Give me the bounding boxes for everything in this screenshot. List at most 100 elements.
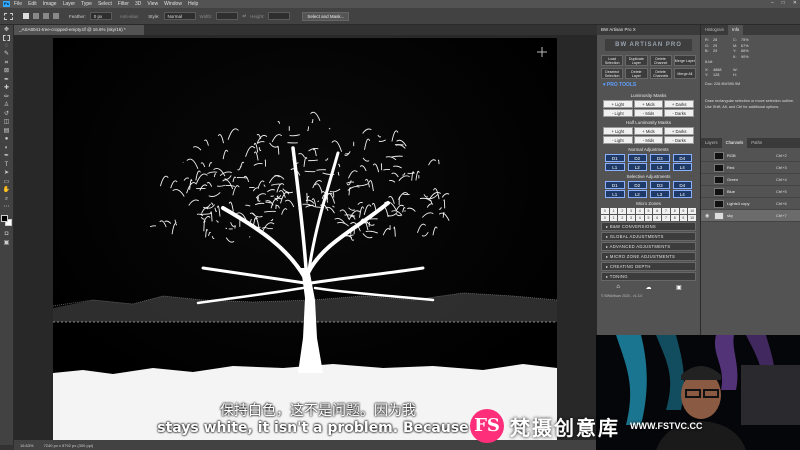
antialias-checkbox[interactable]: Anti-alias — [120, 14, 139, 19]
eyedropper-icon[interactable]: ✒ — [2, 77, 11, 84]
menu-help[interactable]: Help — [188, 1, 198, 7]
selective-d4-button[interactable]: D4 — [672, 181, 692, 189]
selective-l1-button[interactable]: L1 — [605, 190, 625, 198]
frame-tool-icon[interactable]: ⊠ — [2, 68, 11, 75]
width-input[interactable] — [216, 12, 239, 20]
lum-plus-light-button[interactable]: + Light — [603, 100, 633, 108]
half-plus-darks-button[interactable]: + Darks — [664, 127, 694, 135]
channel-row-sky[interactable]: ◉ sky Ctrl+7 — [701, 210, 800, 222]
micro-zone-minus-10-button[interactable]: 10 — [688, 215, 696, 221]
tab-info[interactable]: Info — [728, 25, 744, 35]
micro-zone-plus-5-button[interactable]: 5 — [644, 208, 653, 214]
dodge-tool-icon[interactable]: ◐ — [2, 145, 11, 152]
micro-zone-minus-0-button[interactable]: 0 — [601, 215, 609, 221]
hand-tool-icon[interactable]: ✋ — [2, 187, 11, 194]
pro-tools-heading[interactable]: ▾ PRO TOOLS — [597, 80, 700, 90]
lum-minus-light-button[interactable]: - Light — [603, 109, 633, 117]
panel-header[interactable]: BW Artisan Pro X — [597, 25, 700, 35]
more-tools-icon[interactable]: ⋯ — [2, 204, 11, 211]
new-selection-icon[interactable] — [23, 13, 29, 19]
brush-tool-icon[interactable]: ✏ — [2, 94, 11, 101]
merge-layer-button[interactable]: Merge Layer — [673, 55, 696, 66]
tab-layers[interactable]: Layers — [701, 138, 722, 148]
micro-zone-minus-6-button[interactable]: 6 — [653, 215, 662, 221]
micro-zone-minus-5-button[interactable]: 5 — [644, 215, 653, 221]
home-icon[interactable]: ⌂ — [614, 284, 622, 291]
selective-l4-button[interactable]: L4 — [672, 190, 692, 198]
delete-layer-button[interactable]: Delete Layer — [625, 68, 648, 79]
micro-zone-minus-9-button[interactable]: 9 — [679, 215, 688, 221]
healing-brush-icon[interactable]: ✚ — [2, 85, 11, 92]
micro-zone-minus-7-button[interactable]: 7 — [662, 215, 670, 221]
blur-tool-icon[interactable]: ● — [2, 136, 11, 143]
foreground-background-colors[interactable] — [0, 215, 13, 227]
micro-zone-plus-3-button[interactable]: 3 — [627, 208, 635, 214]
normal-d4-button[interactable]: D4 — [672, 154, 692, 162]
eye-icon[interactable]: ◉ — [705, 213, 711, 219]
channel-row-blue[interactable]: Blue Ctrl+5 — [701, 186, 800, 198]
deselect-selection-button[interactable]: Deselect Selection — [601, 68, 624, 79]
tab-paths[interactable]: Paths — [747, 138, 766, 148]
selective-l2-button[interactable]: L2 — [627, 190, 647, 198]
menu-filter[interactable]: Filter — [118, 1, 129, 7]
micro-zone-plus-2-button[interactable]: 2 — [618, 208, 627, 214]
selective-d2-button[interactable]: D2 — [627, 181, 647, 189]
shape-tool-icon[interactable]: ▭ — [2, 179, 11, 186]
menu-image[interactable]: Image — [43, 1, 57, 7]
marquee-tool-icon[interactable] — [3, 35, 10, 41]
feather-input[interactable]: 0 px — [89, 12, 112, 20]
subtract-selection-icon[interactable] — [43, 13, 49, 19]
micro-zone-plus-1-button[interactable]: 1 — [609, 208, 618, 214]
menu-3d[interactable]: 3D — [135, 1, 141, 7]
micro-zone-plus-4-button[interactable]: 4 — [635, 208, 644, 214]
normal-l1-button[interactable]: L1 — [605, 163, 625, 171]
menu-edit[interactable]: Edit — [28, 1, 37, 7]
micro-zone-plus-8-button[interactable]: 8 — [670, 208, 679, 214]
screen-mode-icon[interactable]: ▣ — [2, 240, 11, 247]
delete-channels-button[interactable]: Delete Channels — [649, 68, 672, 79]
merge-all-button[interactable]: Merge All — [673, 68, 696, 79]
style-select[interactable]: Normal — [163, 12, 196, 20]
tab-histogram[interactable]: Histogram — [701, 25, 728, 35]
menu-file[interactable]: File — [14, 1, 22, 7]
lum-minus-mids-button[interactable]: - Mids — [633, 109, 664, 117]
eraser-icon[interactable]: ◫ — [2, 119, 11, 126]
lum-minus-darks-button[interactable]: - Darks — [664, 109, 694, 117]
normal-d2-button[interactable]: D2 — [627, 154, 647, 162]
close-icon[interactable]: ✕ — [793, 0, 797, 6]
image-canvas[interactable] — [53, 38, 557, 440]
micro-zone-plus-7-button[interactable]: 7 — [662, 208, 670, 214]
cloud-icon[interactable]: ☁ — [644, 284, 652, 291]
channel-row-green[interactable]: Green Ctrl+4 — [701, 174, 800, 186]
maximize-icon[interactable]: □ — [782, 0, 785, 6]
document-tab[interactable]: _ASA8041-tree-cropped-empty.tif @ 16.6% … — [14, 25, 144, 35]
micro-zone-plus-9-button[interactable]: 9 — [679, 208, 688, 214]
intersect-selection-icon[interactable] — [53, 13, 59, 19]
type-tool-icon[interactable]: T — [2, 162, 11, 169]
height-input[interactable] — [268, 12, 291, 20]
load-selection-button[interactable]: Load Selection — [601, 55, 624, 66]
normal-d3-button[interactable]: D3 — [650, 154, 670, 162]
history-brush-icon[interactable]: ↺ — [2, 111, 11, 118]
normal-l3-button[interactable]: L3 — [650, 163, 670, 171]
half-minus-darks-button[interactable]: - Darks — [664, 136, 694, 144]
channel-row-lights3-copy[interactable]: Lights3 copy Ctrl+6 — [701, 198, 800, 210]
half-minus-light-button[interactable]: - Light — [603, 136, 633, 144]
micro-zone-plus-0-button[interactable]: 0 — [601, 208, 609, 214]
delete-channel-button[interactable]: Delete Channel — [649, 55, 672, 66]
add-selection-icon[interactable] — [33, 13, 39, 19]
gradient-tool-icon[interactable]: ▤ — [2, 128, 11, 135]
half-minus-mids-button[interactable]: - Mids — [633, 136, 664, 144]
channel-row-red[interactable]: Red Ctrl+3 — [701, 162, 800, 174]
quick-select-icon[interactable]: ✎ — [2, 51, 11, 58]
selective-d1-button[interactable]: D1 — [605, 181, 625, 189]
normal-l2-button[interactable]: L2 — [627, 163, 647, 171]
move-tool-icon[interactable]: ✥ — [2, 27, 11, 34]
lasso-tool-icon[interactable]: ◌ — [2, 43, 11, 50]
section-global-adjustments[interactable]: ▸ GLOBAL ADJUSTMENTS — [601, 232, 696, 241]
section-toning[interactable]: ▸ TONING — [601, 272, 696, 281]
crop-tool-icon[interactable]: ⌗ — [2, 60, 11, 67]
menu-view[interactable]: View — [147, 1, 158, 7]
section-micro-zone-adjustments[interactable]: ▸ MICRO ZONE ADJUSTMENTS — [601, 252, 696, 261]
pen-tool-icon[interactable]: ✒ — [2, 153, 11, 160]
